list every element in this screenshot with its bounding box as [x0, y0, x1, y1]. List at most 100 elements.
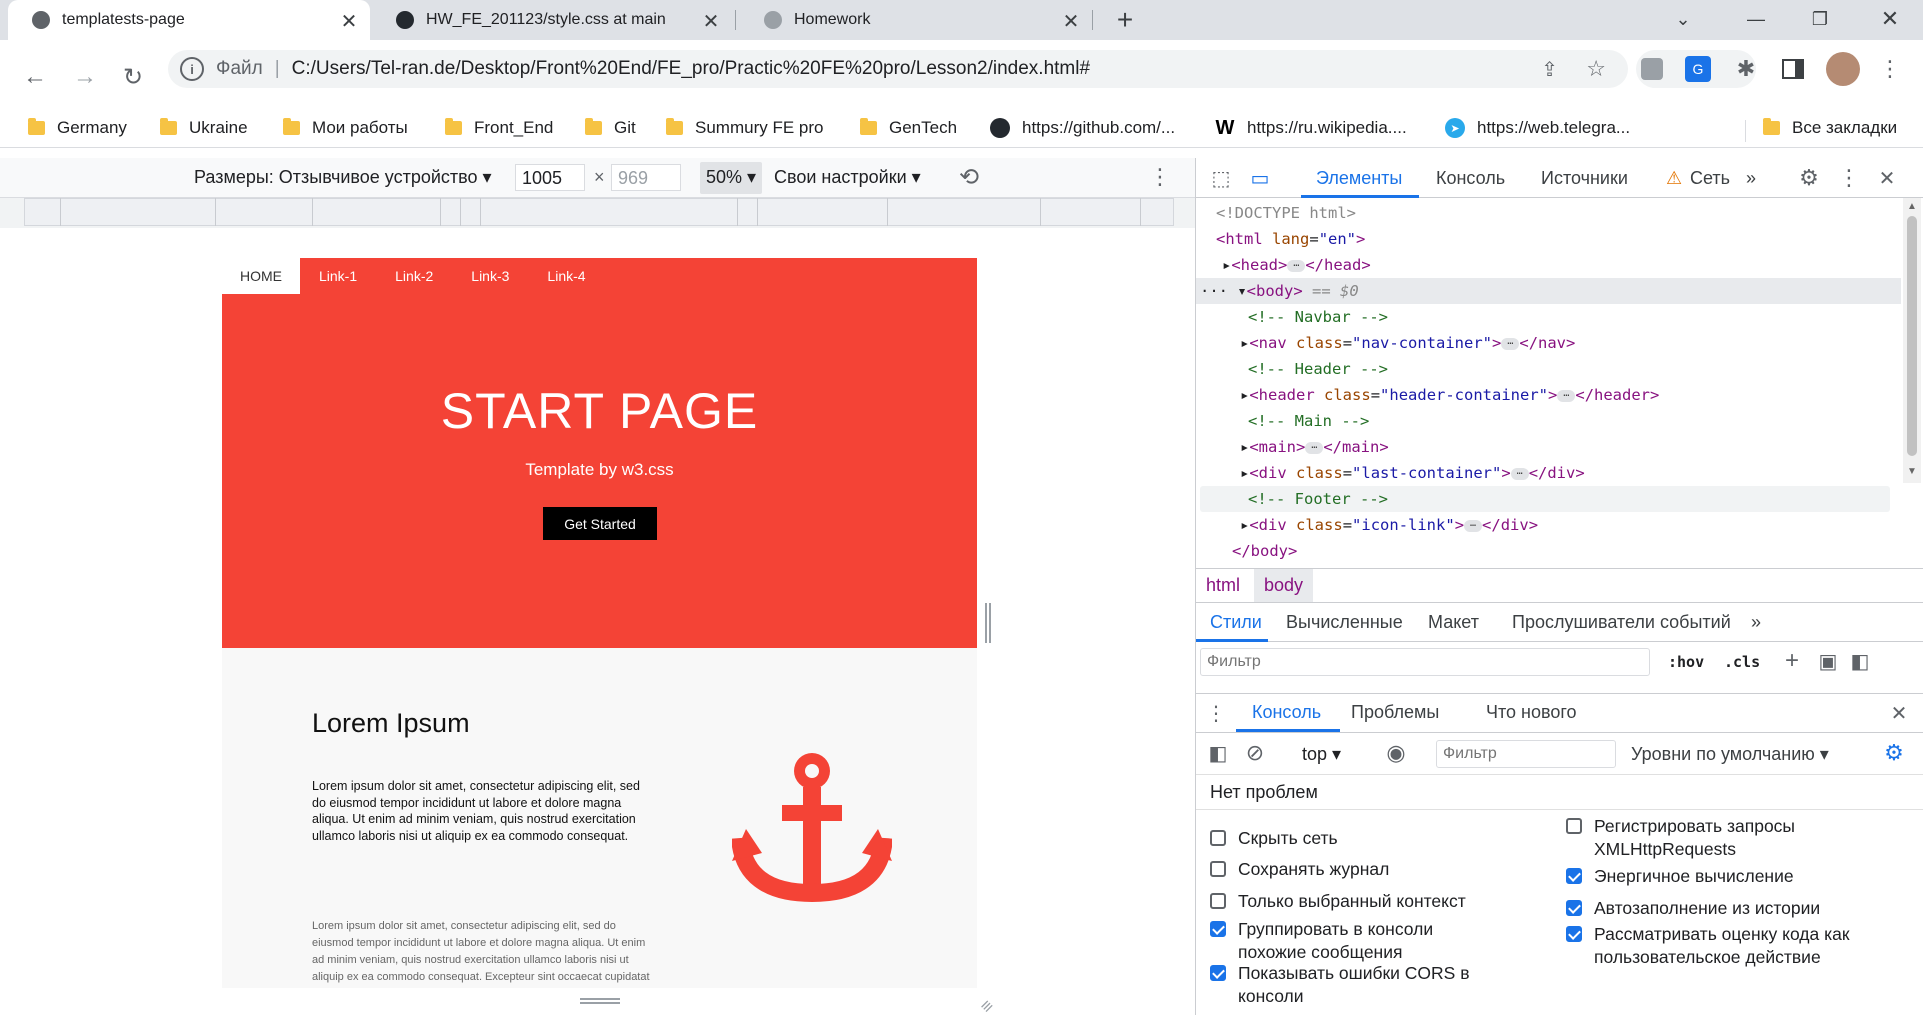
nav-link-2[interactable]: Link-2 — [376, 268, 452, 284]
nav-link-4[interactable]: Link-4 — [528, 268, 604, 284]
hov-toggle[interactable]: :hov — [1668, 653, 1704, 671]
scroll-up-icon[interactable]: ▲ — [1907, 201, 1917, 212]
url-text[interactable]: C:/Users/Tel-ran.de/Desktop/Front%20End/… — [292, 58, 1090, 80]
dom-html[interactable]: <html lang="en"> — [1216, 226, 1365, 252]
bookmark-item[interactable]: Front_End — [445, 118, 553, 138]
dimensions-dropdown[interactable]: Размеры: Отзывчивое устройство ▾ — [194, 167, 492, 188]
new-rule-icon[interactable]: + — [1780, 647, 1804, 674]
back-icon[interactable]: ← — [20, 62, 50, 92]
nav-link-1[interactable]: Link-1 — [300, 268, 376, 284]
drawer-tab-whats-new[interactable]: Что нового — [1486, 702, 1577, 723]
crumb-html[interactable]: html — [1206, 575, 1240, 596]
eye-icon[interactable]: ◉ — [1382, 740, 1410, 766]
checkbox-icon[interactable] — [1210, 921, 1226, 937]
resize-handle-right[interactable] — [985, 603, 991, 643]
dom-main[interactable]: ▸<main>… </main> — [1240, 434, 1389, 460]
zoom-dropdown[interactable]: 50% ▾ — [700, 162, 763, 194]
devtools-menu-icon[interactable]: ⋮ — [1838, 165, 1860, 191]
bookmark-item[interactable]: Мои работы — [283, 118, 408, 138]
checkbox-icon[interactable] — [1210, 830, 1226, 846]
rotate-icon[interactable]: ⟲ — [955, 163, 983, 191]
ellipsis-icon[interactable]: … — [1501, 336, 1520, 350]
drawer-tab-issues[interactable]: Проблемы — [1351, 702, 1439, 723]
dom-last-container[interactable]: ▸<div class="last-container">… </div> — [1240, 460, 1585, 486]
scroll-thumb[interactable] — [1907, 216, 1917, 456]
tab-network[interactable]: Сеть — [1690, 168, 1730, 189]
scroll-down-icon[interactable]: ▼ — [1907, 466, 1917, 477]
ellipsis-icon[interactable]: … — [1464, 518, 1483, 532]
nav-link-3[interactable]: Link-3 — [452, 268, 528, 284]
checkbox-icon[interactable] — [1566, 900, 1582, 916]
dom-comment[interactable]: <!-- Main --> — [1248, 408, 1369, 434]
tab-elements[interactable]: Элементы — [1316, 168, 1402, 189]
bookmark-item[interactable]: Summury FE pro — [666, 118, 823, 138]
new-tab-icon[interactable]: + — [1110, 4, 1140, 35]
dom-comment[interactable]: <!-- Header --> — [1248, 356, 1388, 382]
context-selector[interactable]: top ▾ — [1302, 744, 1341, 765]
checkbox-icon[interactable] — [1566, 926, 1582, 942]
bookmark-star-icon[interactable]: ☆ — [1586, 56, 1606, 82]
media-query-ruler[interactable] — [0, 198, 1195, 228]
ellipsis-icon[interactable]: … — [1510, 466, 1529, 480]
console-setting-checkbox[interactable]: Регистрировать запросы XMLHttpRequests — [1566, 815, 1906, 861]
paint-icon[interactable]: ▣ — [1816, 648, 1840, 674]
nav-home[interactable]: HOME — [222, 258, 300, 294]
tab-computed[interactable]: Вычисленные — [1286, 612, 1403, 633]
close-icon[interactable]: ✕ — [700, 9, 722, 34]
bookmark-item[interactable]: Whttps://ru.wikipedia.... — [1215, 117, 1407, 139]
dom-icon-link[interactable]: ▸<div class="icon-link">… </div> — [1240, 512, 1538, 538]
device-toggle-icon[interactable]: ▭ — [1246, 166, 1274, 190]
crumb-body[interactable]: body — [1254, 569, 1314, 602]
window-close-icon[interactable]: ✕ — [1875, 4, 1905, 34]
resize-corner-icon[interactable]: ≡ — [976, 995, 998, 1017]
more-tabs-icon[interactable]: » — [1751, 612, 1761, 633]
reload-icon[interactable]: ↻ — [118, 62, 148, 92]
info-icon[interactable]: i — [180, 57, 204, 81]
dom-body-close[interactable]: </body> — [1232, 538, 1297, 564]
dom-comment[interactable]: <!-- Footer --> — [1248, 486, 1388, 512]
checkbox-icon[interactable] — [1566, 868, 1582, 884]
console-setting-checkbox[interactable]: Показывать ошибки CORS в консоли — [1210, 962, 1500, 1008]
menu-kebab-icon[interactable]: ⋮ — [1879, 54, 1901, 84]
clear-console-icon[interactable]: ⊘ — [1242, 740, 1268, 766]
bookmark-item[interactable]: Git — [585, 118, 636, 138]
throttle-dropdown[interactable]: Свои настройки ▾ — [774, 167, 921, 188]
console-setting-checkbox[interactable]: Рассматривать оценку кода как пользовате… — [1566, 923, 1906, 969]
checkbox-icon[interactable] — [1210, 893, 1226, 909]
avatar[interactable] — [1826, 52, 1860, 86]
console-setting-checkbox[interactable]: Энергичное вычисление — [1566, 865, 1906, 888]
bookmark-item[interactable]: GenTech — [860, 118, 957, 138]
checkbox-icon[interactable] — [1210, 965, 1226, 981]
resize-handle-bottom[interactable] — [580, 998, 620, 1004]
tab-github[interactable]: HW_FE_201123/style.css at main ✕ — [372, 0, 732, 40]
bookmark-item[interactable]: Ukraine — [160, 118, 248, 138]
checkbox-icon[interactable] — [1210, 861, 1226, 877]
checkbox-icon[interactable] — [1566, 818, 1582, 834]
styles-filter-input[interactable] — [1200, 648, 1650, 676]
dom-header[interactable]: ▸<header class="header-container">… </hea… — [1240, 382, 1659, 408]
ellipsis-icon[interactable]: … — [1305, 440, 1324, 454]
console-setting-checkbox[interactable]: Только выбранный контекст — [1210, 890, 1500, 913]
restore-icon[interactable]: ❐ — [1805, 4, 1835, 34]
ellipsis-icon[interactable]: … — [1557, 388, 1576, 402]
bookmark-item[interactable]: Все закладки — [1763, 118, 1897, 138]
dom-nav[interactable]: ▸<nav class="nav-container">… </nav> — [1240, 330, 1575, 356]
dom-comment[interactable]: <!-- Navbar --> — [1248, 304, 1388, 330]
device-menu-icon[interactable]: ⋮ — [1149, 163, 1171, 191]
forward-icon[interactable]: → — [70, 62, 100, 92]
console-setting-checkbox[interactable]: Сохранять журнал — [1210, 858, 1500, 881]
close-drawer-icon[interactable]: ✕ — [1886, 700, 1912, 726]
sidebar-toggle-icon[interactable]: ◧ — [1848, 648, 1872, 674]
height-input[interactable]: 969 — [611, 164, 681, 191]
bookmark-item[interactable]: Germany — [28, 118, 127, 138]
get-started-button[interactable]: Get Started — [543, 507, 657, 540]
tab-layout[interactable]: Макет — [1428, 612, 1479, 633]
bookmark-item[interactable]: ➤ https://web.telegra... — [1445, 118, 1630, 138]
share-icon[interactable]: ⇪ — [1541, 57, 1558, 82]
more-tabs-icon[interactable]: » — [1746, 168, 1756, 189]
dom-head[interactable]: ▸<head>… </head> — [1222, 252, 1371, 278]
sidepanel-icon[interactable] — [1782, 59, 1804, 79]
address-bar[interactable]: i Файл | C:/Users/Tel-ran.de/Desktop/Fro… — [168, 50, 1628, 88]
close-icon[interactable]: ✕ — [1060, 9, 1082, 34]
console-setting-checkbox[interactable]: Автозаполнение из истории — [1566, 897, 1906, 920]
